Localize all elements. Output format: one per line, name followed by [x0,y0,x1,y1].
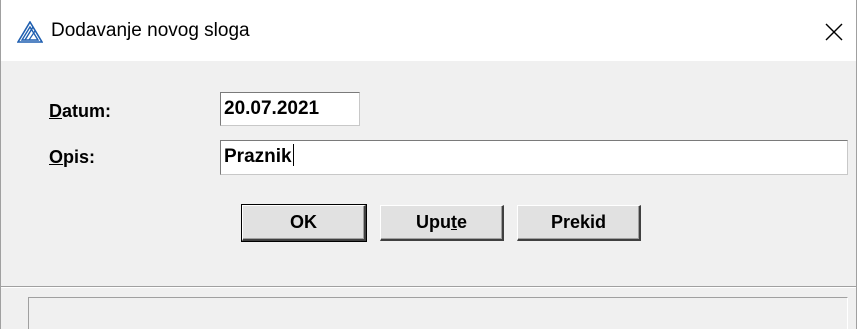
datum-label: Datum: [49,101,111,121]
dialog-window: Dodavanje novog sloga Datum: 20.07.2021 … [0,0,857,329]
opis-label: Opis: [49,147,96,167]
window-title: Dodavanje novog sloga [51,20,250,41]
triangle-logo-icon [16,20,44,43]
ok-button[interactable]: OK [241,204,367,242]
close-icon [825,23,843,41]
status-panel [28,297,848,329]
prekid-button[interactable]: Prekid [517,205,641,241]
title-bar[interactable]: Dodavanje novog sloga [1,0,856,61]
upute-button[interactable]: Upute [380,205,504,241]
text-caret [292,144,294,166]
close-button[interactable] [812,0,856,61]
separator-line [1,286,856,288]
datum-field[interactable]: 20.07.2021 [220,92,360,126]
opis-field[interactable]: Praznik [220,140,848,175]
